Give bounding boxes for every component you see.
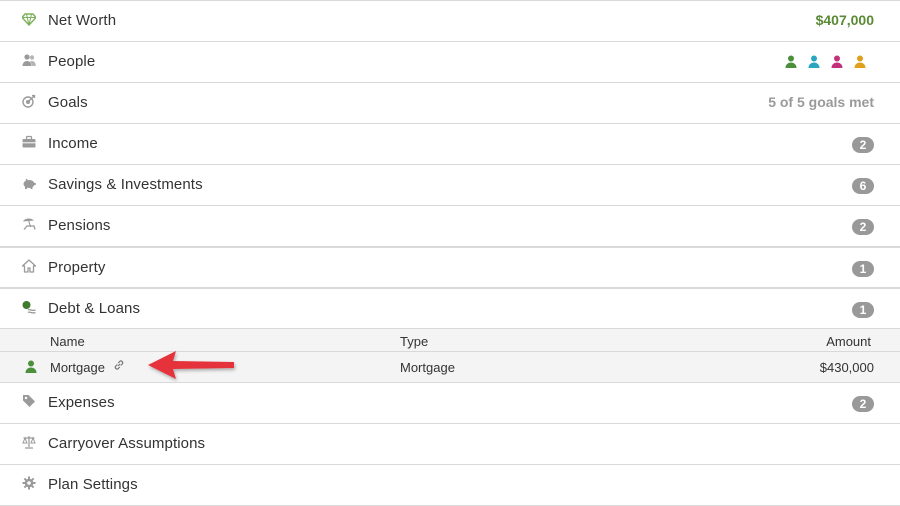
annotation-arrow-icon	[148, 351, 234, 379]
count-badge: 2	[852, 137, 874, 153]
link-icon[interactable]	[113, 359, 125, 371]
row-pensions[interactable]: Pensions 2	[0, 205, 900, 245]
column-header-type[interactable]: Type	[400, 334, 428, 349]
row-savings-investments[interactable]: Savings & Investments 6	[0, 164, 900, 204]
table-row[interactable]: Mortgage Mortgage $430,000	[0, 352, 900, 382]
gear-icon	[22, 476, 36, 490]
row-label: Debt & Loans	[48, 300, 141, 317]
column-header-name[interactable]: Name	[50, 334, 85, 349]
count-badge: 6	[852, 178, 874, 194]
row-income[interactable]: Income 2	[0, 123, 900, 163]
person-icon[interactable]	[785, 55, 797, 68]
beach-chair-icon	[22, 217, 36, 231]
house-icon	[22, 259, 36, 273]
row-carryover-assumptions[interactable]: Carryover Assumptions	[0, 423, 900, 463]
briefcase-icon	[22, 135, 36, 149]
row-debt-loans[interactable]: Debt & Loans 1	[0, 287, 900, 327]
row-label: Goals	[48, 94, 88, 111]
count-badge: 2	[852, 396, 874, 412]
people-list	[785, 55, 866, 68]
debt-table-header: Name Type Amount	[0, 328, 900, 352]
row-label: Income	[48, 135, 98, 152]
row-label: Pensions	[48, 217, 111, 234]
row-label: Expenses	[48, 394, 115, 411]
count-badge: 1	[852, 302, 874, 318]
money-icon	[22, 300, 36, 314]
goals-status: 5 of 5 goals met	[768, 94, 874, 110]
person-icon[interactable]	[854, 55, 866, 68]
scales-icon	[22, 435, 36, 449]
row-label: Net Worth	[48, 12, 117, 29]
debt-amount: $430,000	[819, 360, 874, 375]
target-icon	[22, 94, 36, 108]
row-label: Carryover Assumptions	[48, 435, 206, 452]
plan-overview: Net Worth $407,000 People Goals 5 of 5 g…	[0, 0, 900, 506]
count-badge: 1	[852, 261, 874, 277]
row-label: Savings & Investments	[48, 176, 203, 193]
diamond-icon	[22, 12, 36, 26]
piggy-bank-icon	[22, 176, 36, 190]
debt-type: Mortgage	[400, 360, 455, 375]
row-plan-settings[interactable]: Plan Settings	[0, 464, 900, 504]
row-property[interactable]: Property 1	[0, 246, 900, 286]
debt-name[interactable]: Mortgage	[50, 360, 105, 375]
row-goals[interactable]: Goals 5 of 5 goals met	[0, 82, 900, 122]
row-label: Property	[48, 259, 106, 276]
row-label: Plan Settings	[48, 476, 138, 493]
person-icon[interactable]	[831, 55, 843, 68]
person-icon[interactable]	[808, 55, 820, 68]
count-badge: 2	[852, 219, 874, 235]
net-worth-value: $407,000	[815, 12, 874, 28]
column-header-amount[interactable]: Amount	[826, 334, 871, 349]
person-icon	[25, 360, 37, 373]
row-label: People	[48, 53, 96, 70]
row-people[interactable]: People	[0, 41, 900, 81]
row-net-worth[interactable]: Net Worth $407,000	[0, 0, 900, 40]
people-icon	[22, 53, 36, 67]
row-expenses[interactable]: Expenses 2	[0, 382, 900, 422]
tag-icon	[22, 394, 36, 408]
